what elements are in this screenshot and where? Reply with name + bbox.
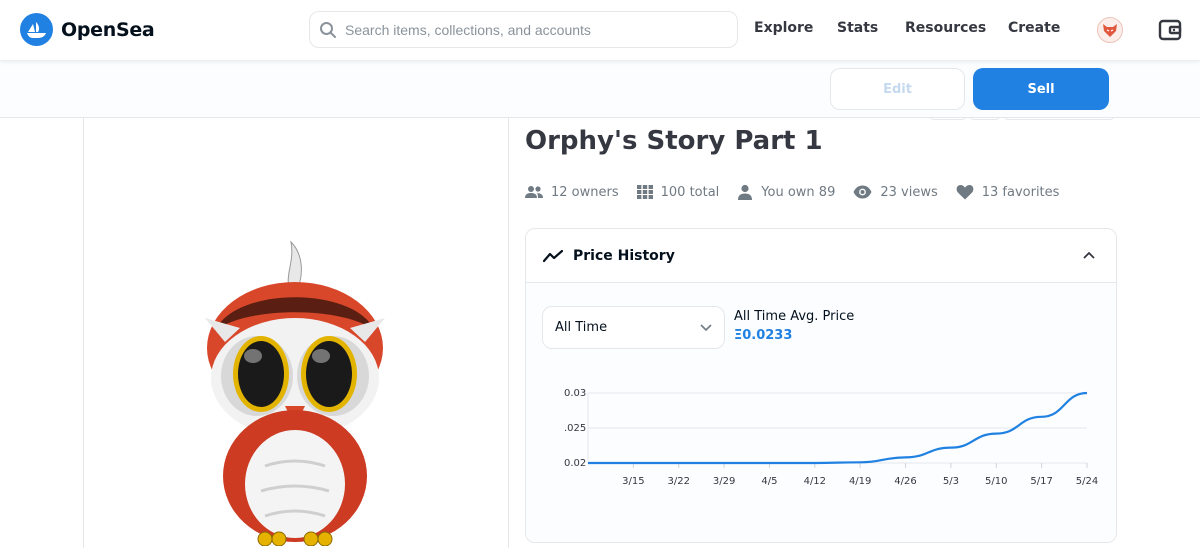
x-tick-label: 5/24: [1076, 476, 1098, 487]
owned-count: You own 89: [761, 184, 836, 200]
x-tick-label: 5/17: [1030, 476, 1052, 487]
favorites-count: 13 favorites: [981, 184, 1060, 200]
price-history-header[interactable]: Price History: [526, 229, 1116, 283]
brand-name: OpenSea: [61, 18, 155, 41]
owl-nft-image: [205, 240, 385, 546]
total-count: 100 total: [660, 184, 720, 200]
nav-explore[interactable]: Explore: [754, 20, 813, 36]
x-tick-label: 4/12: [804, 476, 826, 487]
avg-price-value: Ξ0.0233: [734, 328, 793, 343]
edit-button[interactable]: Edit: [830, 68, 965, 110]
profile-avatar[interactable]: [1097, 17, 1123, 43]
x-tick-label: 3/29: [713, 476, 735, 487]
owned-stat: You own 89: [737, 184, 835, 200]
y-tick-label: 0.02: [564, 458, 586, 469]
item-title: Orphy's Story Part 1: [525, 126, 823, 156]
y-tick-label: 0.03: [564, 388, 586, 399]
x-tick-label: 5/3: [943, 476, 959, 487]
nav-create[interactable]: Create: [1008, 20, 1060, 36]
person-icon: [738, 184, 753, 200]
x-tick-label: 3/22: [667, 476, 689, 487]
nav-resources[interactable]: Resources: [905, 20, 986, 36]
price-history-title: Price History: [573, 247, 675, 264]
search-icon: [320, 21, 336, 38]
views-count: 23 views: [880, 184, 938, 200]
price-history-body: All Time All Time Avg. Price Ξ0.0233 0.0…: [526, 283, 1116, 542]
trending-icon: [543, 249, 563, 262]
fox-avatar-icon: [1103, 24, 1117, 37]
wallet-icon[interactable]: [1158, 18, 1182, 42]
x-tick-label: 5/10: [985, 476, 1007, 487]
heart-icon: [956, 185, 974, 200]
opensea-boat-icon: [20, 13, 53, 46]
top-navbar: OpenSea Explore Stats Resources Create: [0, 0, 1200, 60]
grid-icon: [636, 185, 653, 199]
x-tick-label: 4/5: [761, 476, 777, 487]
x-tick-label: 4/19: [849, 476, 871, 487]
item-stats: 12 owners 100 total You own 89 23 views …: [525, 184, 1077, 200]
eye-icon: [853, 185, 872, 199]
opensea-logo[interactable]: OpenSea: [20, 13, 155, 46]
price-history-chart: 0.03 .025 0.02 3/15 3/22 3/29 4/5 4/12 4/19 4/26 5…: [564, 388, 1098, 487]
search-bar[interactable]: [309, 11, 738, 48]
time-range-value: All Time: [555, 320, 608, 335]
nav-stats[interactable]: Stats: [837, 20, 878, 36]
owner-action-bar: Edit Sell: [0, 60, 1200, 118]
time-range-select[interactable]: All Time: [542, 306, 725, 349]
sell-button[interactable]: Sell: [973, 68, 1109, 110]
views-stat: 23 views: [853, 184, 938, 200]
search-input[interactable]: [345, 21, 725, 38]
x-tick-label: 4/26: [894, 476, 916, 487]
owners-count: 12 owners: [551, 184, 619, 200]
chevron-down-icon: [700, 323, 712, 331]
price-history-panel: Price History All Time All Time Avg. Pri…: [525, 228, 1117, 543]
people-icon: [525, 186, 543, 198]
avg-price-label: All Time Avg. Price: [734, 309, 855, 324]
x-tick-label: 3/15: [622, 476, 644, 487]
chevron-up-icon[interactable]: [1083, 251, 1095, 259]
owners-stat[interactable]: 12 owners: [525, 185, 619, 200]
total-stat: 100 total: [636, 184, 720, 200]
y-tick-label: .025: [564, 423, 586, 434]
favorites-stat[interactable]: 13 favorites: [956, 184, 1060, 200]
